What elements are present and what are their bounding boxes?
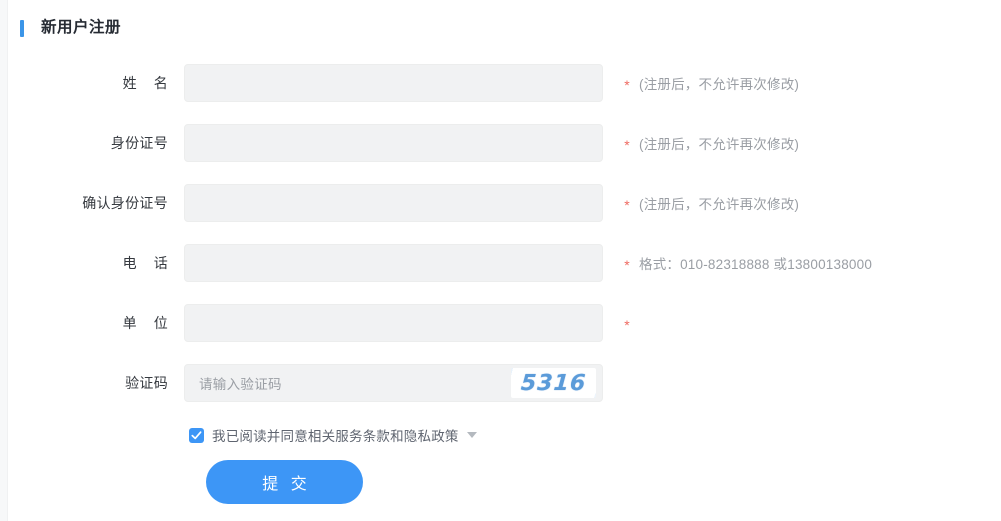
submit-button[interactable]: 提 交 <box>206 460 363 504</box>
required-asterisk: * <box>624 256 630 273</box>
required-asterisk: * <box>624 196 630 213</box>
agreement-checkbox[interactable] <box>189 427 204 443</box>
captcha-input[interactable]: 请输入验证码 5316 <box>184 364 603 402</box>
field-hint-name: (注册后，不允许再次修改) <box>639 77 800 92</box>
agreement-label[interactable]: 我已阅读并同意相关服务条款和隐私政策 <box>212 425 459 445</box>
page-title: 新用户注册 <box>41 19 122 37</box>
required-asterisk: * <box>624 316 630 333</box>
captcha-code: 5316 <box>520 370 587 396</box>
organization-input[interactable] <box>184 304 603 342</box>
field-label-id-number: 身份证号 <box>110 135 168 151</box>
page-header: 新用户注册 <box>9 0 1001 56</box>
field-hint-id-number: (注册后，不允许再次修改) <box>639 137 800 152</box>
agreement-row: 我已阅读并同意相关服务条款和隐私政策 <box>9 424 1001 446</box>
captcha-image[interactable]: 5316 <box>511 368 596 398</box>
field-label-phone: 电 话 <box>122 255 168 271</box>
form-row-captcha: 验证码 请输入验证码 5316 <box>9 364 1001 402</box>
form-row: 姓 名 * (注册后，不允许再次修改) <box>9 64 1001 102</box>
form-row: 身份证号 * (注册后，不允许再次修改) <box>9 124 1001 162</box>
field-label-captcha: 验证码 <box>125 375 168 391</box>
field-hint-phone: 格式：010-82318888 或13800138000 <box>639 257 873 272</box>
id-number-input[interactable] <box>184 124 603 162</box>
registration-form: 姓 名 * (注册后，不允许再次修改) 身份证号 * (注册后，不允许再次修改)… <box>9 56 1001 504</box>
captcha-input-placeholder: 请输入验证码 <box>199 377 282 392</box>
name-input[interactable] <box>184 64 603 102</box>
confirm-id-number-input[interactable] <box>184 184 603 222</box>
field-label-confirm-id-number: 确认身份证号 <box>82 195 168 211</box>
field-label-name: 姓 名 <box>122 75 168 91</box>
required-asterisk: * <box>624 76 630 93</box>
submit-row: 提 交 <box>9 460 1001 504</box>
title-accent-bar <box>20 19 24 37</box>
form-row: 电 话 * 格式：010-82318888 或13800138000 <box>9 244 1001 282</box>
chevron-down-icon[interactable] <box>466 432 477 438</box>
field-label-organization: 单 位 <box>122 315 168 331</box>
left-gutter-strip <box>0 0 8 521</box>
form-row: 单 位 * <box>9 304 1001 342</box>
registration-page: 新用户注册 姓 名 * (注册后，不允许再次修改) 身份证号 * (注册后，不允… <box>9 0 1001 521</box>
field-hint-confirm-id-number: (注册后，不允许再次修改) <box>639 197 800 212</box>
phone-input[interactable] <box>184 244 603 282</box>
required-asterisk: * <box>624 136 630 153</box>
form-row: 确认身份证号 * (注册后，不允许再次修改) <box>9 184 1001 222</box>
check-icon <box>191 430 202 439</box>
